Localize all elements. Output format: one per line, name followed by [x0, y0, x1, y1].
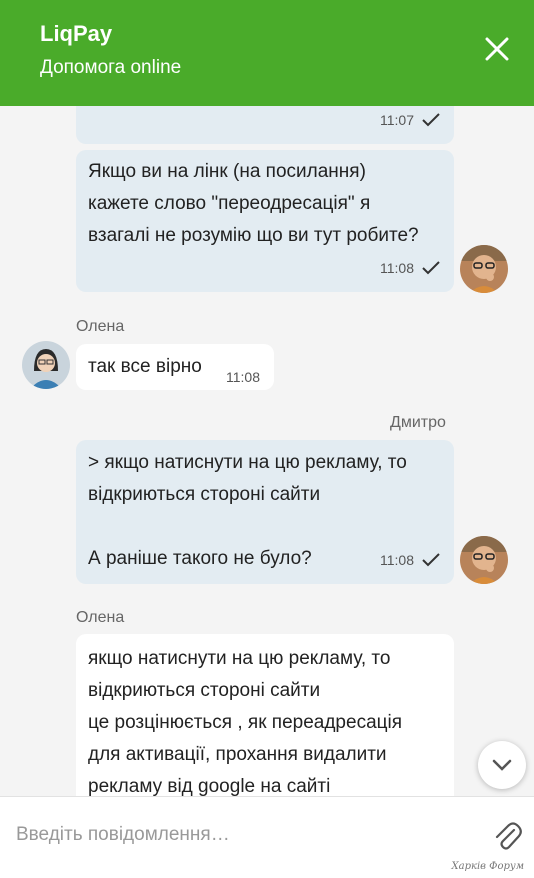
avatar-dmytro: [460, 245, 508, 293]
sender-name: Олена: [76, 318, 125, 335]
message-text: Якщо ви на лінк (на посилання) кажете сл…: [88, 161, 419, 246]
composer: Харків Форум: [0, 796, 534, 878]
message-meta: 11:08: [380, 252, 440, 284]
avatar-dmytro: [460, 536, 508, 584]
message-time: 11:08: [380, 260, 414, 276]
message-meta: 11:08: [226, 361, 260, 393]
paperclip-icon[interactable]: [492, 821, 522, 856]
message-time: 11:07: [380, 112, 414, 128]
scroll-to-bottom-button[interactable]: [478, 741, 526, 789]
check-icon: [422, 113, 440, 127]
sender-name: Олена: [76, 609, 125, 626]
message-meta: 11:07: [380, 106, 440, 136]
message-text: > якщо натиснути на цю рекламу, то відкр…: [88, 452, 407, 569]
message-input[interactable]: [16, 819, 456, 851]
message-bubble-outgoing: 11:07: [76, 106, 454, 144]
message-bubble-incoming: якщо натиснути на цю рекламу, то відкрию…: [76, 634, 454, 796]
header-subtitle: Допомога online: [40, 57, 182, 78]
sender-name: Дмитро: [390, 414, 446, 431]
chevron-down-icon: [492, 759, 512, 771]
app-title: LiqPay: [40, 21, 113, 46]
message-time: 11:08: [380, 552, 414, 568]
message-bubble-outgoing: Якщо ви на лінк (на посилання) кажете сл…: [76, 150, 454, 292]
check-icon: [422, 261, 440, 275]
message-bubble-incoming: так все вірно 11:08: [76, 344, 274, 390]
message-meta: 11:08: [380, 544, 440, 576]
message-text: так все вірно: [88, 356, 202, 377]
check-icon: [422, 553, 440, 567]
message-text: якщо натиснути на цю рекламу, то відкрию…: [88, 648, 403, 796]
message-time: 11:08: [226, 369, 260, 385]
watermark: Харків Форум: [451, 861, 524, 872]
message-bubble-outgoing: > якщо натиснути на цю рекламу, то відкр…: [76, 440, 454, 584]
message-list[interactable]: 11:07 Якщо ви на лінк (на посилання) каж…: [0, 106, 534, 796]
chat-header: LiqPay Допомога online: [0, 0, 534, 106]
avatar-olena: [22, 341, 70, 389]
close-icon[interactable]: [484, 36, 510, 62]
